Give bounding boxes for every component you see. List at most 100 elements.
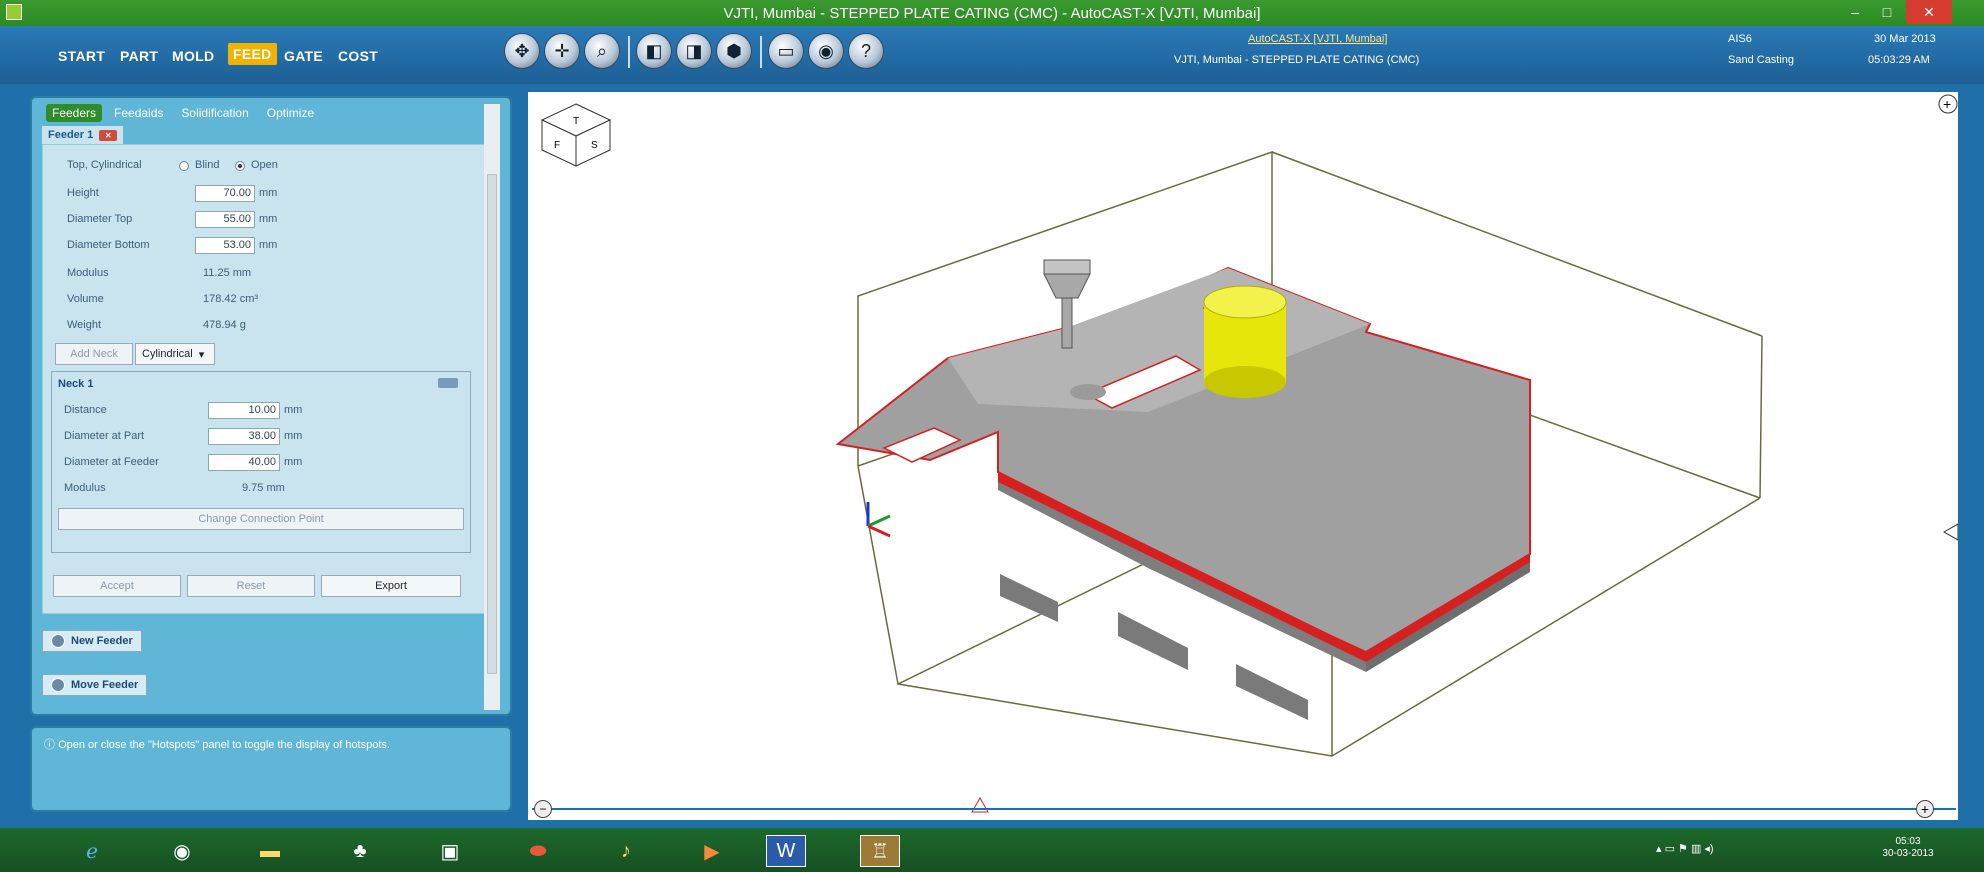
accept-button[interactable]: Accept — [53, 575, 181, 597]
hint-text: Open or close the "Hotspots" panel to to… — [58, 739, 390, 751]
hint-box: ⓘ Open or close the "Hotspots" panel to … — [30, 726, 512, 812]
time-label: 05:03:29 AM — [1868, 54, 1930, 66]
music-icon[interactable]: ♪ — [606, 835, 646, 867]
feeder-tab[interactable]: Feeder 1 ✕ — [42, 126, 124, 144]
add-neck-button[interactable]: Add Neck — [55, 343, 133, 365]
material-label: AIS6 — [1728, 33, 1752, 45]
application-window: VJTI, Mumbai - STEPPED PLATE CATING (CMC… — [0, 0, 1984, 872]
print-icon[interactable]: ▭ — [768, 33, 804, 69]
diameter-part-input[interactable]: 38.00 — [208, 428, 280, 445]
zoom-out-icon[interactable]: − — [534, 800, 552, 818]
tab-solidification[interactable]: Solidification — [175, 104, 254, 122]
pan-icon[interactable]: ✛ — [544, 33, 580, 69]
view-front-icon[interactable]: ◧ — [636, 33, 672, 69]
new-feeder-label: New Feeder — [71, 635, 133, 647]
title-bar: VJTI, Mumbai - STEPPED PLATE CATING (CMC… — [0, 0, 1984, 26]
panel-scrollbar[interactable] — [484, 104, 500, 710]
toolbar-separator — [628, 36, 630, 68]
help-icon[interactable]: ? — [848, 33, 884, 69]
word-icon[interactable]: W — [766, 835, 806, 867]
taskbar-clock[interactable]: 05:03 30-03-2013 — [1880, 836, 1936, 860]
clock-time: 05:03 — [1895, 836, 1921, 847]
system-tray[interactable]: ▴ ▭ ⚑ ▥ ◂) — [1656, 842, 1714, 855]
viewport-bottom-rule — [532, 808, 1956, 810]
close-button[interactable]: ✕ — [1906, 0, 1952, 24]
diameter-feeder-input[interactable]: 40.00 — [208, 454, 280, 471]
modulus-value: 11.25 mm — [203, 267, 252, 279]
distance-label: Distance — [64, 404, 107, 416]
diameter-bottom-input[interactable]: 53.00 — [195, 237, 255, 254]
process-label: Sand Casting — [1728, 54, 1795, 66]
stepped-plate — [835, 266, 1532, 720]
new-feeder-button[interactable]: New Feeder — [42, 630, 142, 652]
volume-label: Volume — [67, 293, 104, 305]
neck-title: Neck 1 — [58, 378, 94, 390]
reset-button[interactable]: Reset — [187, 575, 315, 597]
ie-icon[interactable]: ℯ — [72, 835, 112, 867]
chevron-down-icon: ▾ — [198, 348, 205, 361]
autocast-taskbar-icon[interactable]: ♖ — [860, 835, 900, 867]
app-icon — [6, 4, 22, 20]
feed-panel: Feeders Feedaids Solidification Optimize… — [30, 96, 512, 716]
neck-type-select[interactable]: Cylindrical ▾ — [135, 343, 215, 365]
toolbar-separator — [760, 36, 762, 68]
view-cube[interactable]: T F S — [536, 100, 616, 170]
diameter-top-label: Diameter Top — [67, 213, 133, 225]
axis-triad — [866, 502, 891, 538]
cube-front-label: F — [554, 140, 560, 151]
rotate-icon[interactable]: ✥ — [504, 33, 540, 69]
zoom-icon[interactable]: ⌕ — [584, 33, 620, 69]
distance-input[interactable]: 10.00 — [208, 402, 280, 419]
tab-feedaids[interactable]: Feedaids — [108, 104, 169, 122]
move-feeder-button[interactable]: Move Feeder — [42, 674, 148, 696]
app-tb-icon[interactable]: ▣ — [430, 835, 470, 867]
scrollbar-thumb[interactable] — [487, 174, 497, 674]
diameter-top-input[interactable]: 55.00 — [195, 211, 255, 228]
minimize-button[interactable]: – — [1840, 0, 1870, 24]
video-icon[interactable]: ▶ — [692, 835, 732, 867]
diameter-part-unit: mm — [284, 430, 303, 442]
change-connection-point-button[interactable]: Change Connection Point — [58, 508, 464, 530]
product-link[interactable]: AutoCAST-X [VJTI, Mumbai] — [1248, 33, 1387, 45]
view-iso-icon[interactable]: ⬢ — [716, 33, 752, 69]
close-feeder-icon[interactable]: ✕ — [99, 129, 118, 141]
ribbon-menu: START PART MOLD FEED GATE COST — [0, 26, 1984, 84]
height-input[interactable]: 70.00 — [195, 185, 255, 202]
menu-feed[interactable]: FEED — [228, 43, 277, 65]
menu-mold[interactable]: MOLD — [172, 48, 214, 64]
camera-icon[interactable]: ◉ — [808, 33, 844, 69]
remove-neck-icon[interactable] — [438, 378, 458, 388]
weight-label: Weight — [67, 319, 102, 331]
view-top-icon[interactable]: ◨ — [676, 33, 712, 69]
diameter-feeder-label: Diameter at Feeder — [64, 456, 159, 468]
media-icon[interactable]: ♣ — [340, 835, 380, 867]
folder-icon[interactable]: ▬ — [250, 835, 290, 867]
menu-start[interactable]: START — [58, 48, 105, 64]
open-radio[interactable] — [235, 161, 245, 171]
weight-value: 478.94 g — [203, 319, 246, 331]
neck-modulus-label: Modulus — [64, 482, 106, 494]
diameter-bottom-label: Diameter Bottom — [67, 239, 150, 251]
diameter-feeder-unit: mm — [284, 456, 303, 468]
modulus-label: Modulus — [67, 267, 109, 279]
tab-feeders[interactable]: Feeders — [46, 104, 103, 122]
plus-icon-glyph: + — [1943, 96, 1951, 112]
volume-value: 178.42 cm³ — [203, 293, 259, 305]
menu-part[interactable]: PART — [120, 48, 158, 64]
export-button[interactable]: Export — [321, 575, 461, 597]
opera-icon[interactable]: ⬬ — [518, 835, 558, 867]
zoom-in-icon[interactable]: + — [1916, 800, 1934, 818]
diameter-top-unit: mm — [259, 213, 278, 225]
maximize-button[interactable]: □ — [1872, 0, 1902, 24]
side-tabs: Feeders Feedaids Solidification Optimize — [46, 102, 320, 124]
3d-viewport[interactable]: + — [528, 92, 1959, 820]
date-label: 30 Mar 2013 — [1874, 33, 1936, 45]
menu-gate[interactable]: GATE — [284, 48, 323, 64]
move-feeder-label: Move Feeder — [71, 679, 139, 691]
blind-radio[interactable] — [179, 161, 189, 171]
menu-cost[interactable]: COST — [338, 48, 378, 64]
chrome-icon[interactable]: ◉ — [162, 835, 202, 867]
side-collapse-icon[interactable] — [1942, 523, 1959, 541]
window-title: VJTI, Mumbai - STEPPED PLATE CATING (CMC… — [723, 4, 1261, 22]
tab-optimize[interactable]: Optimize — [261, 104, 320, 122]
